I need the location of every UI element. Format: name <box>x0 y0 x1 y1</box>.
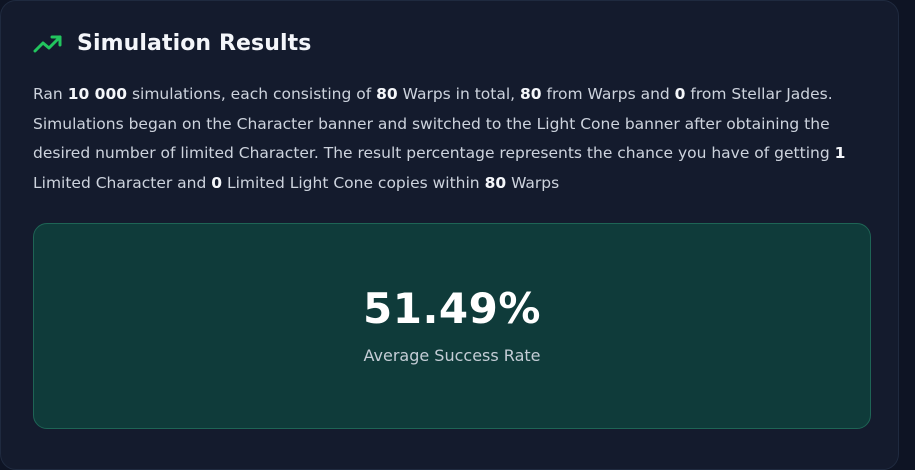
warps-from-warps: 80 <box>520 85 542 103</box>
success-rate-panel: 51.49% Average Success Rate <box>33 223 871 429</box>
success-rate-value: 51.49% <box>363 284 541 333</box>
desc-text: Warps <box>506 174 560 193</box>
desc-text: Limited Light Cone copies within <box>222 174 485 193</box>
desc-text: Limited Character and <box>33 174 212 193</box>
within-warps: 80 <box>484 174 507 193</box>
warps-from-jades: 0 <box>674 85 686 103</box>
simulation-description: Ran 10 000 simulations, each consisting … <box>33 80 883 199</box>
limited-light-cone-count: 0 <box>211 174 223 193</box>
limited-character-count: 1 <box>834 144 846 163</box>
card-title: Simulation Results <box>77 31 312 56</box>
total-warps: 80 <box>376 85 398 103</box>
trending-up-icon <box>33 35 62 52</box>
simulation-results-card: Simulation Results Ran 10 000 simulation… <box>0 0 899 470</box>
desc-text: from Warps and <box>541 85 675 103</box>
desc-text: Ran <box>33 85 68 103</box>
success-rate-label: Average Success Rate <box>363 346 541 365</box>
card-header: Simulation Results <box>33 31 311 56</box>
simulation-count: 10 000 <box>67 85 128 103</box>
desc-text: simulations, each consisting of <box>127 85 377 103</box>
desc-text: Warps in total, <box>397 85 521 103</box>
